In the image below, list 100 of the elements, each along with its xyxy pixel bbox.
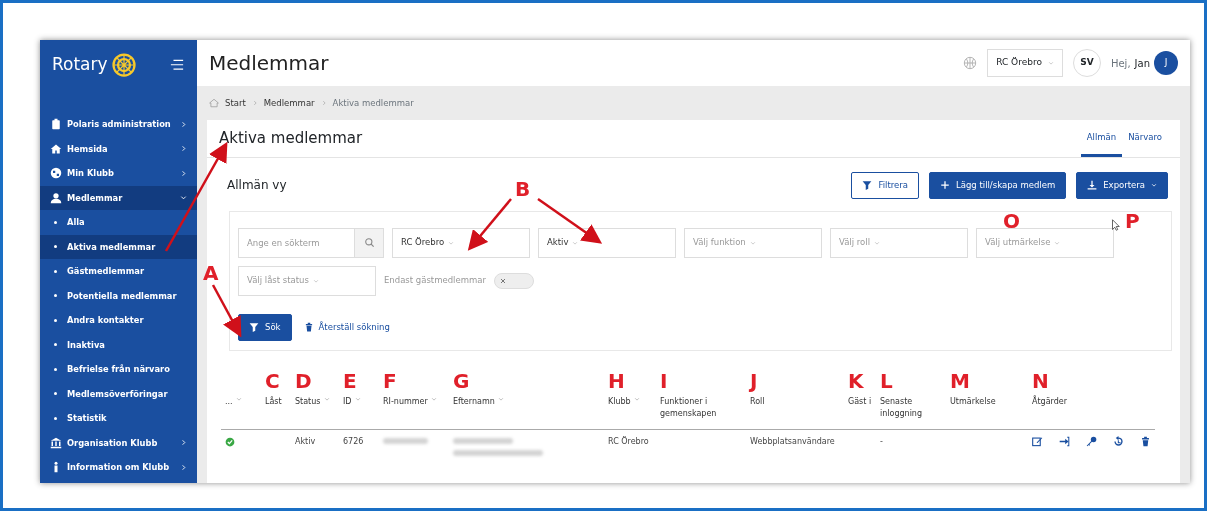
close-icon	[498, 276, 507, 285]
bullet-icon	[54, 220, 57, 224]
annotation-letter: D	[295, 370, 312, 391]
reset-search-link[interactable]: Återställ sökning	[303, 320, 390, 334]
tab[interactable]: Allmän	[1080, 120, 1123, 157]
menu-icon[interactable]	[169, 58, 185, 72]
table-cell: Aktiv	[295, 437, 316, 447]
chevron-down-icon	[749, 239, 756, 246]
column-header: Åtgärder	[1032, 395, 1068, 408]
clipboard-icon	[50, 118, 62, 131]
sidebar-item[interactable]: Inaktiva	[40, 332, 197, 357]
annotation-letter: A	[203, 263, 219, 283]
breadcrumb-link[interactable]: Start	[225, 96, 246, 110]
redacted-text	[383, 438, 428, 445]
club-select[interactable]: RC Örebro	[987, 49, 1063, 77]
history-icon[interactable]	[1113, 436, 1124, 448]
plus-icon	[940, 180, 950, 191]
annotation-arrow	[211, 284, 242, 338]
filter-icon	[249, 322, 259, 333]
bullet-icon	[54, 392, 57, 396]
trash-icon[interactable]	[1140, 436, 1151, 448]
key-icon[interactable]	[1086, 436, 1097, 448]
select-field[interactable]: RC Örebro	[392, 227, 530, 258]
bullet-icon	[54, 367, 57, 371]
section-title: Aktiva medlemmar	[219, 128, 363, 150]
search-button[interactable]: Sök	[238, 313, 292, 341]
trash-icon	[303, 322, 314, 333]
download-icon	[1087, 180, 1098, 191]
wheel-icon	[111, 53, 136, 77]
add-member-button[interactable]: Lägg till/skapa medlem	[929, 172, 1067, 199]
sidebar-item[interactable]: Information om Klubb	[40, 455, 197, 480]
annotation-letter: P	[1125, 211, 1140, 231]
column-header: Senaste inloggning	[880, 395, 923, 420]
view-title: Allmän vy	[227, 177, 287, 195]
sidebar-item[interactable]: Alla	[40, 210, 197, 235]
sidebar-item[interactable]: Statistik	[40, 406, 197, 431]
sidebar-item[interactable]: Hemsida	[40, 136, 197, 161]
annotation-letter: C	[265, 370, 280, 391]
sidebar-item[interactable]: Polaris administration	[40, 112, 197, 137]
cursor-icon	[1111, 218, 1123, 232]
annotation-letter: G	[453, 370, 470, 391]
chevron-down-icon	[1047, 60, 1054, 66]
search-field[interactable]: Ange en sökterm	[238, 227, 354, 258]
column-header: Roll	[750, 395, 765, 408]
toggle-switch[interactable]	[493, 272, 534, 289]
sidebar-item[interactable]: Min Klubb	[40, 161, 197, 186]
person-icon	[50, 191, 62, 204]
annotation-letter: J	[750, 370, 758, 391]
sidebar-item[interactable]: Gästmedlemmar	[40, 259, 197, 284]
toggle-label: Endast gästmedlemmar	[384, 274, 486, 288]
annotation-arrow	[537, 197, 603, 244]
column-header: Funktioner i gemenskapen	[660, 395, 718, 420]
bullet-icon	[54, 294, 57, 298]
chevron-down-icon	[1054, 239, 1061, 246]
sort-icon	[354, 395, 361, 402]
column-header[interactable]: Klubb	[608, 395, 640, 408]
tab[interactable]: Närvaro	[1122, 120, 1168, 157]
sidebar-item[interactable]: Organisation Klubb	[40, 430, 197, 455]
annotation-letter: K	[848, 370, 864, 391]
user-name: Jan	[1134, 56, 1150, 71]
column-header: Utmärkelse	[950, 395, 996, 408]
annotation-letter: H	[608, 370, 625, 391]
column-header[interactable]: Efternamn	[453, 395, 504, 408]
sidebar-item[interactable]: Befrielse från närvaro	[40, 357, 197, 382]
chevron-down-icon	[180, 194, 187, 202]
sidebar-item[interactable]: Medlemmar	[40, 185, 197, 210]
column-header[interactable]: Status	[295, 395, 330, 408]
edit-icon[interactable]	[1032, 436, 1043, 448]
sidebar-item[interactable]: Andra kontakter	[40, 308, 197, 333]
house-icon	[50, 142, 62, 155]
column-header[interactable]: ...	[225, 395, 242, 408]
annotation-letter: F	[383, 370, 397, 391]
sidebar-item[interactable]: Potentiella medlemmar	[40, 283, 197, 308]
bullet-icon	[54, 318, 57, 322]
annotation-arrow	[467, 198, 512, 251]
chevron-down-icon	[312, 277, 319, 284]
breadcrumb-link[interactable]: Medlemmar	[263, 96, 315, 110]
chevron-right-icon	[180, 145, 187, 153]
sidebar-item[interactable]: Medlemsöverföringar	[40, 381, 197, 406]
sidebar-item[interactable]: Aktiva medlemmar	[40, 234, 197, 259]
sort-icon	[430, 395, 437, 402]
column-header: Gäst i	[848, 395, 872, 408]
user-avatar[interactable]: J	[1154, 51, 1178, 75]
export-button[interactable]: Exportera	[1076, 172, 1168, 199]
column-header[interactable]: RI-nummer	[383, 395, 437, 408]
sort-icon	[497, 395, 504, 402]
select-field[interactable]: Aktiv	[538, 227, 676, 258]
greeting-text: Hej,	[1110, 56, 1131, 71]
redacted-text	[453, 438, 513, 445]
sign-in-icon[interactable]	[1059, 436, 1070, 448]
bullet-icon	[54, 245, 57, 249]
filter-button[interactable]: Filtrera	[851, 172, 919, 199]
chevron-right-icon	[180, 169, 187, 177]
sort-icon	[235, 395, 242, 402]
bullet-icon	[54, 416, 57, 420]
column-header[interactable]: ID	[343, 395, 361, 408]
bullet-icon	[54, 343, 57, 347]
filter-icon	[862, 180, 873, 191]
annotation-letter: N	[1032, 370, 1049, 391]
chevron-down-icon	[1151, 182, 1157, 189]
